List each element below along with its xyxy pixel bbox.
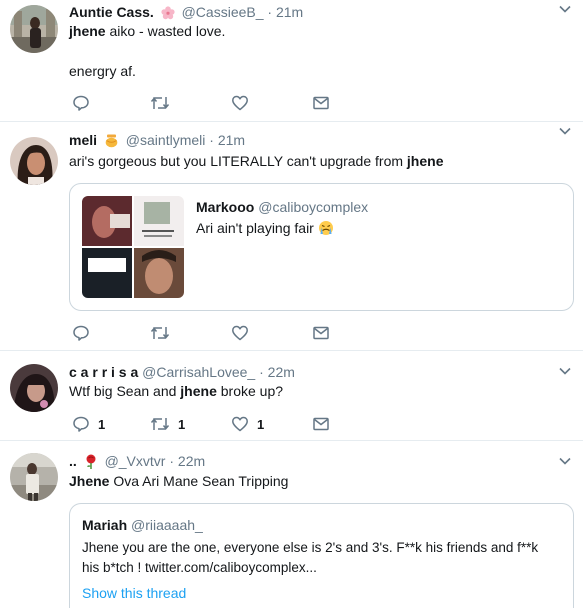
tweet-text-after: broke up? <box>216 383 284 399</box>
tweet-2[interactable]: meli @saintlymeli · 21m ari's gorgeous b… <box>0 122 583 351</box>
cherry-blossom-icon <box>161 5 175 23</box>
quoted-user-handle[interactable]: @caliboycomplex <box>258 199 368 215</box>
user-handle[interactable]: @_Vxvtvr <box>105 453 166 469</box>
quoted-display-name[interactable]: Markooo <box>196 199 254 215</box>
like-button[interactable] <box>231 323 257 343</box>
reply-count: 1 <box>98 416 106 432</box>
retweet-icon <box>150 94 170 112</box>
message-button[interactable] <box>312 93 330 113</box>
user-handle[interactable]: @saintlymeli <box>126 132 206 148</box>
chevron-down-icon[interactable] <box>559 126 571 138</box>
tweet-text-line-2: energry af. <box>69 63 136 79</box>
show-thread-link[interactable]: Show this thread <box>82 584 186 602</box>
timestamp[interactable]: 21m <box>218 132 245 148</box>
tweet-text: jhene aiko - wasted love. <box>69 22 225 41</box>
tweet-text-rest: aiko - wasted love. <box>105 23 226 39</box>
tweet-text-plain: Ova Ari Mane Sean Tripping <box>109 473 289 489</box>
envelope-icon <box>312 94 330 112</box>
avatar[interactable] <box>10 453 58 501</box>
retweet-count: 1 <box>178 416 186 432</box>
heart-icon <box>231 94 249 112</box>
quoted-tweet[interactable]: Mariah @riiaaaah_ Jhene you are the one,… <box>69 503 574 608</box>
tweet-4[interactable]: .. @_Vxvtvr · 22m Jhene Ova Ari Mane Sea… <box>0 441 583 608</box>
tweet-actions <box>72 323 342 343</box>
chevron-down-icon[interactable] <box>559 456 571 468</box>
honey-pot-icon <box>104 133 119 151</box>
heart-icon <box>231 415 249 433</box>
like-count: 1 <box>257 416 265 432</box>
display-name[interactable]: Auntie Cass. <box>69 4 154 20</box>
heart-icon <box>231 324 249 342</box>
avatar[interactable] <box>10 5 58 53</box>
separator: · <box>267 4 273 20</box>
message-button[interactable] <box>312 414 330 434</box>
separator: · <box>169 453 175 469</box>
quoted-text: Ari ain't playing fair <box>196 220 314 236</box>
highlight-term: jhene <box>69 23 106 39</box>
quoted-media-grid[interactable] <box>82 196 184 298</box>
tweet-actions <box>72 93 342 113</box>
reply-button[interactable] <box>72 323 98 343</box>
tweet-text: Jhene Ova Ari Mane Sean Tripping <box>69 472 288 491</box>
tweet-text-plain: Wtf big Sean and <box>69 383 181 399</box>
reply-button[interactable]: 1 <box>72 414 105 434</box>
highlight-term: jhene <box>406 153 444 169</box>
crying-face-icon <box>318 220 334 241</box>
like-button[interactable]: 1 <box>231 414 264 434</box>
avatar[interactable] <box>10 364 58 412</box>
reply-icon <box>72 415 90 433</box>
avatar[interactable] <box>10 137 58 185</box>
quoted-tweet[interactable]: Markooo @caliboycomplex Ari ain't playin… <box>69 183 574 311</box>
reply-icon <box>72 94 90 112</box>
quoted-user-handle[interactable]: @riiaaaah_ <box>131 517 203 533</box>
rose-icon <box>84 454 98 472</box>
display-name[interactable]: .. <box>69 453 77 469</box>
quoted-text-line-1: Jhene you are the one, everyone else is … <box>82 540 539 555</box>
chevron-down-icon[interactable] <box>559 4 571 16</box>
separator: · <box>209 132 214 148</box>
tweet-text: ari's gorgeous but you LITERALLY can't u… <box>69 152 444 171</box>
envelope-icon <box>312 324 330 342</box>
highlight-term: jhene <box>180 383 217 399</box>
highlight-term: Jhene <box>69 473 110 489</box>
display-name[interactable]: c a r r i s a <box>69 364 138 380</box>
tweet-text-plain: ari's gorgeous but you LITERALLY can't u… <box>69 153 407 169</box>
timestamp[interactable]: 22m <box>268 364 295 380</box>
reply-button[interactable] <box>72 93 98 113</box>
quoted-display-name[interactable]: Mariah <box>82 517 127 533</box>
quoted-text-line-2: his b*tch ! twitter.com/caliboycomplex..… <box>82 560 317 575</box>
separator: · <box>259 364 264 380</box>
tweet-1[interactable]: Auntie Cass. @CassieeB_ · 21m jhene aiko… <box>0 0 583 122</box>
retweet-button[interactable]: 1 <box>150 414 185 434</box>
retweet-button[interactable] <box>150 93 178 113</box>
message-button[interactable] <box>312 323 330 343</box>
timestamp[interactable]: 22m <box>178 453 205 469</box>
chevron-down-icon[interactable] <box>559 366 571 378</box>
retweet-button[interactable] <box>150 323 178 343</box>
user-handle[interactable]: @CassieeB_ <box>182 4 264 20</box>
tweet-actions: 1 1 1 <box>72 414 342 434</box>
reply-icon <box>72 324 90 342</box>
user-handle[interactable]: @CarrisahLovee_ <box>142 364 255 380</box>
envelope-icon <box>312 415 330 433</box>
like-button[interactable] <box>231 93 257 113</box>
tweet-3[interactable]: c a r r i s a @CarrisahLovee_ · 22m Wtf … <box>0 351 583 441</box>
tweet-text: Wtf big Sean and jhene broke up? <box>69 382 283 401</box>
retweet-icon <box>150 324 170 342</box>
timestamp[interactable]: 21m <box>276 4 303 20</box>
display-name[interactable]: meli <box>69 132 97 148</box>
retweet-icon <box>150 415 170 433</box>
